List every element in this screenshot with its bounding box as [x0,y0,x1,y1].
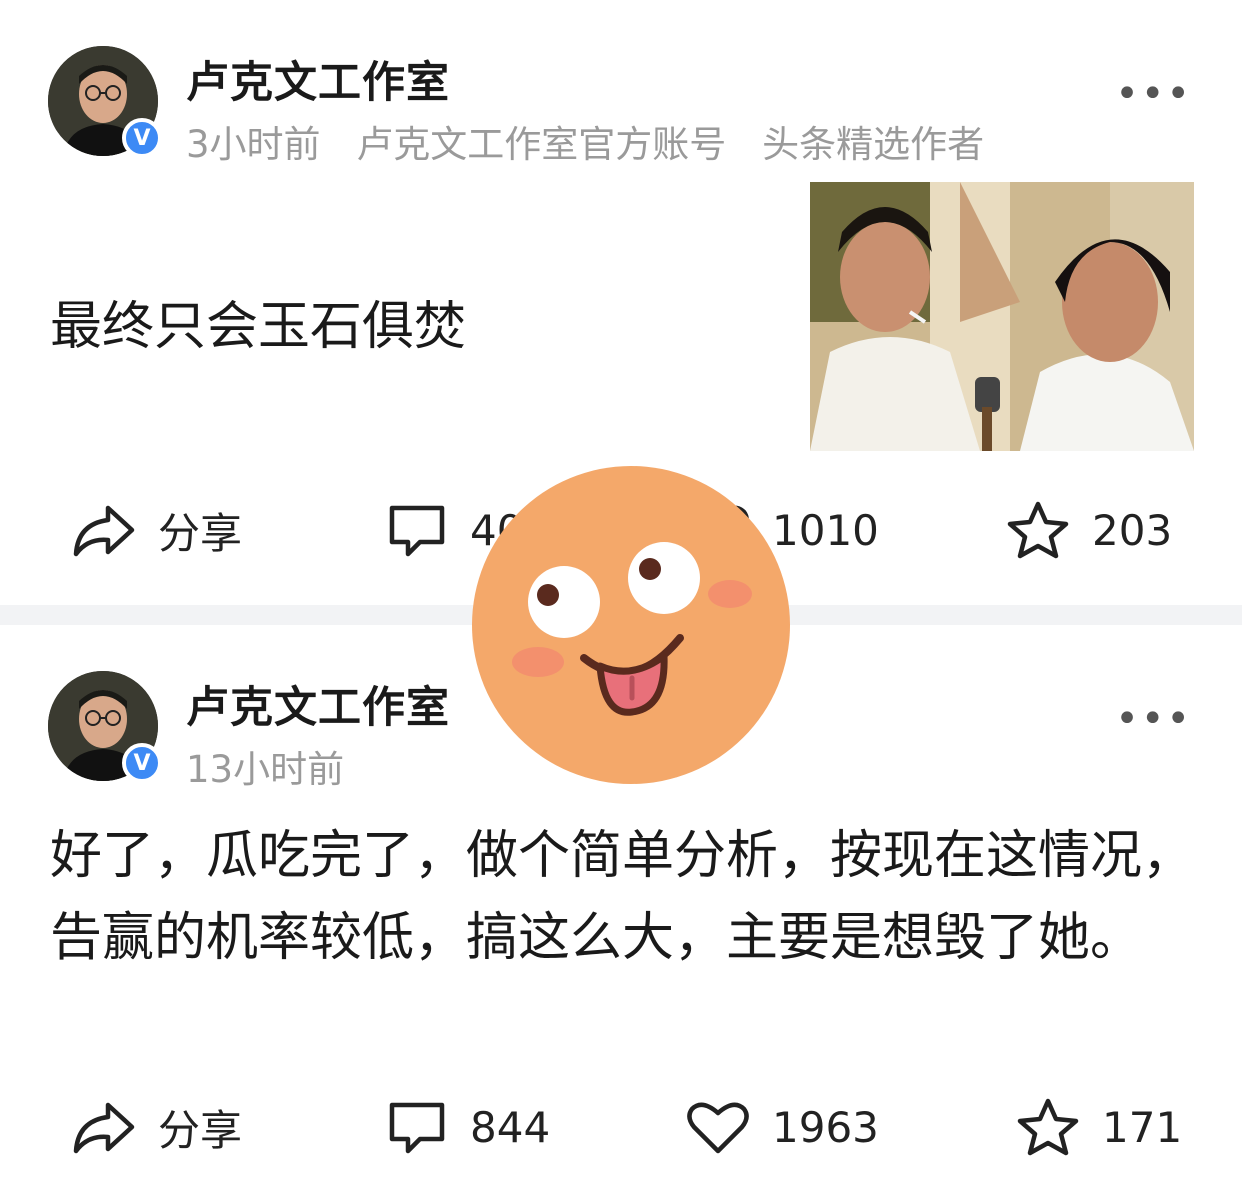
favorite-button[interactable]: 203 [1006,490,1172,570]
author-tag: 卢克文工作室官方账号 [356,123,727,166]
favorite-count: 171 [1102,1102,1183,1152]
favorite-button[interactable]: 171 [1016,1087,1182,1167]
post-image[interactable] [810,182,1194,451]
like-button[interactable]: 1963 [686,1087,879,1167]
author-tag: 头条精选作者 [762,123,985,166]
verified-icon: V [122,118,162,158]
post-meta: 3小时前 卢克文工作室官方账号 头条精选作者 [186,114,1008,168]
post-meta: 13小时前 [186,739,368,793]
post-time: 3小时前 [186,123,321,166]
verified-icon: V [122,743,162,783]
post-text[interactable]: 好了，瓜吃完了，做个简单分析，按现在这情况，告赢的机率较低，搞这么大，主要是想毁… [50,815,1200,979]
author-name[interactable]: 卢克文工作室 [186,48,450,110]
post-image-still [810,182,1194,451]
post-actions: 分享 844 1963 171 [0,1087,1242,1167]
like-icon [687,1102,749,1154]
share-label: 分享 [158,1105,243,1155]
favorite-count: 203 [1092,505,1173,555]
more-icon[interactable]: ••• [1115,74,1192,114]
post-time: 13小时前 [186,748,345,791]
author-avatar[interactable]: V [48,671,162,783]
author-avatar[interactable]: V [48,46,162,158]
share-label: 分享 [158,508,243,558]
share-icon [73,505,135,557]
favorite-icon [1017,1098,1079,1156]
share-button[interactable]: 分享 [72,1087,242,1167]
comment-count: 844 [470,1102,551,1152]
author-name[interactable]: 卢克文工作室 [186,673,450,735]
comment-icon [389,1102,445,1154]
tongue-out-emoji [472,466,790,784]
favorite-icon [1007,501,1069,559]
share-button[interactable]: 分享 [72,490,242,570]
comment-icon [389,505,445,557]
post-text[interactable]: 最终只会玉石俱焚 [50,284,466,359]
share-icon [73,1102,135,1154]
comment-button[interactable]: 844 [386,1087,550,1167]
like-count: 1963 [772,1102,879,1152]
more-icon[interactable]: ••• [1115,699,1192,739]
